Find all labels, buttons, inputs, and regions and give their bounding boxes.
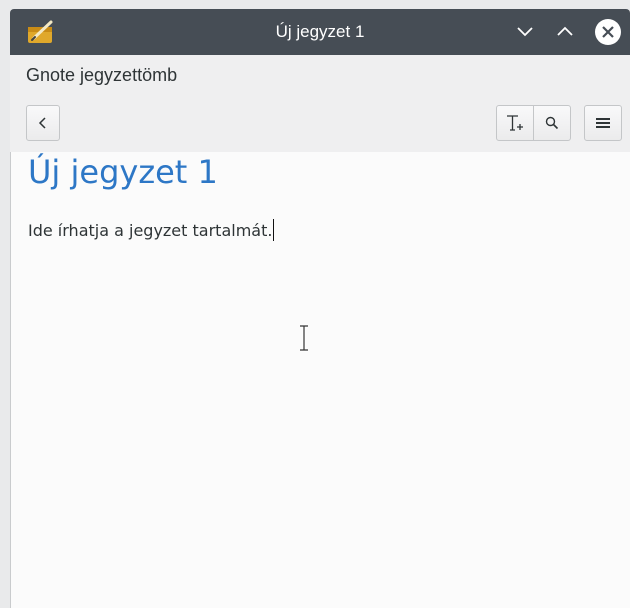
chevron-up-icon (557, 26, 573, 36)
notebook-label: Gnote jegyzettömb (26, 65, 178, 85)
search-button[interactable] (533, 105, 571, 141)
note-title[interactable]: Új jegyzet 1 (28, 153, 218, 191)
text-format-button[interactable] (496, 105, 534, 141)
note-editor[interactable]: Új jegyzet 1 Ide írhatja a jegyzet tarta… (10, 152, 630, 608)
note-body-line[interactable]: Ide írhatja a jegyzet tartalmát. (28, 219, 275, 241)
window-titlebar[interactable]: Új jegyzet 1 (10, 9, 630, 55)
text-caret (273, 219, 275, 241)
ibeam-cursor-icon (298, 324, 310, 356)
header-bar: Gnote jegyzettömb (10, 55, 630, 152)
maximize-button[interactable] (552, 19, 578, 45)
note-body-text: Ide írhatja a jegyzet tartalmát. (28, 221, 273, 240)
close-icon (595, 19, 621, 45)
menu-button[interactable] (584, 105, 622, 141)
chevron-left-icon (38, 117, 46, 129)
search-icon (545, 116, 559, 130)
menu-icon (596, 118, 610, 128)
back-button[interactable] (26, 105, 60, 141)
text-format-icon (507, 115, 523, 131)
chevron-down-icon (517, 27, 533, 37)
minimize-button[interactable] (512, 19, 538, 45)
close-window-button[interactable] (594, 18, 622, 46)
